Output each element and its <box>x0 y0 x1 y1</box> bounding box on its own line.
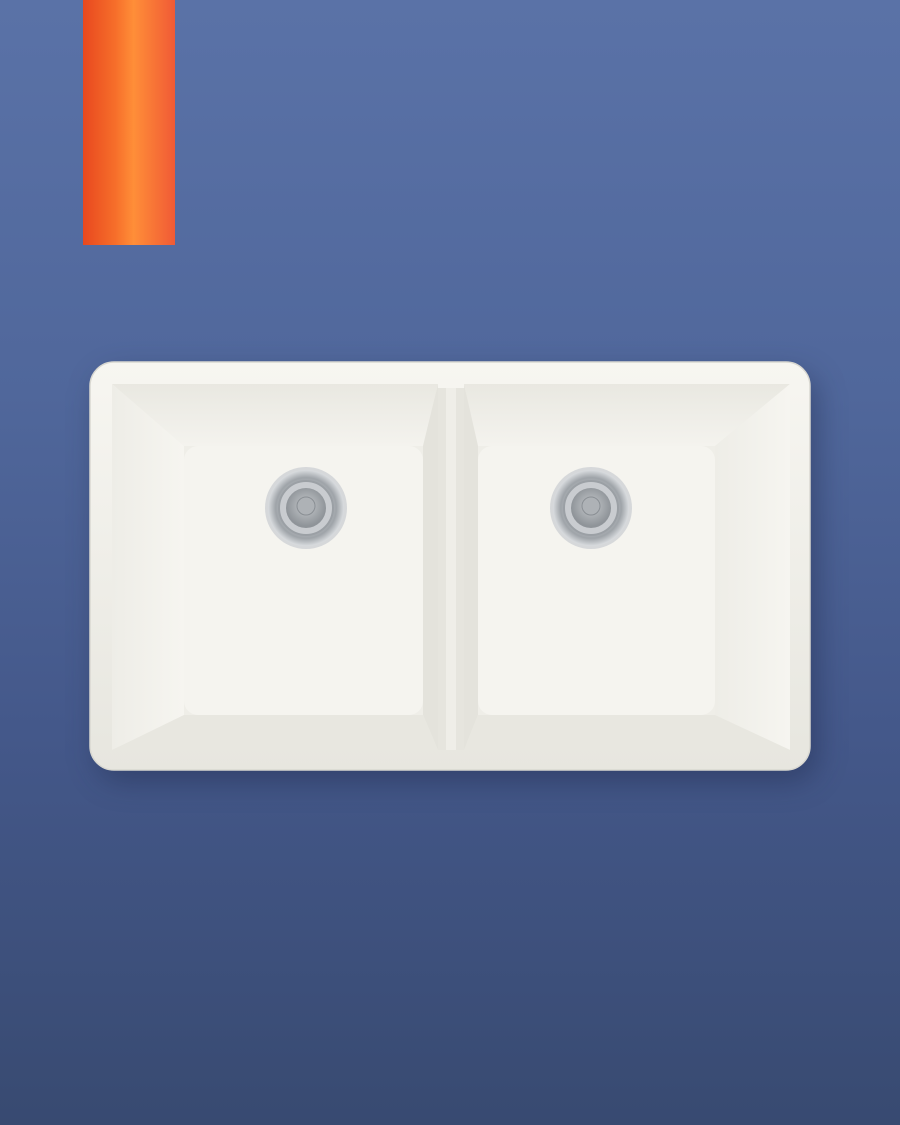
left-bowl <box>112 384 438 750</box>
right-drain-icon <box>550 467 632 549</box>
right-bowl <box>464 384 790 750</box>
left-drain-icon <box>265 467 347 549</box>
double-bowl-sink <box>89 361 811 771</box>
product-photo <box>0 0 900 1125</box>
